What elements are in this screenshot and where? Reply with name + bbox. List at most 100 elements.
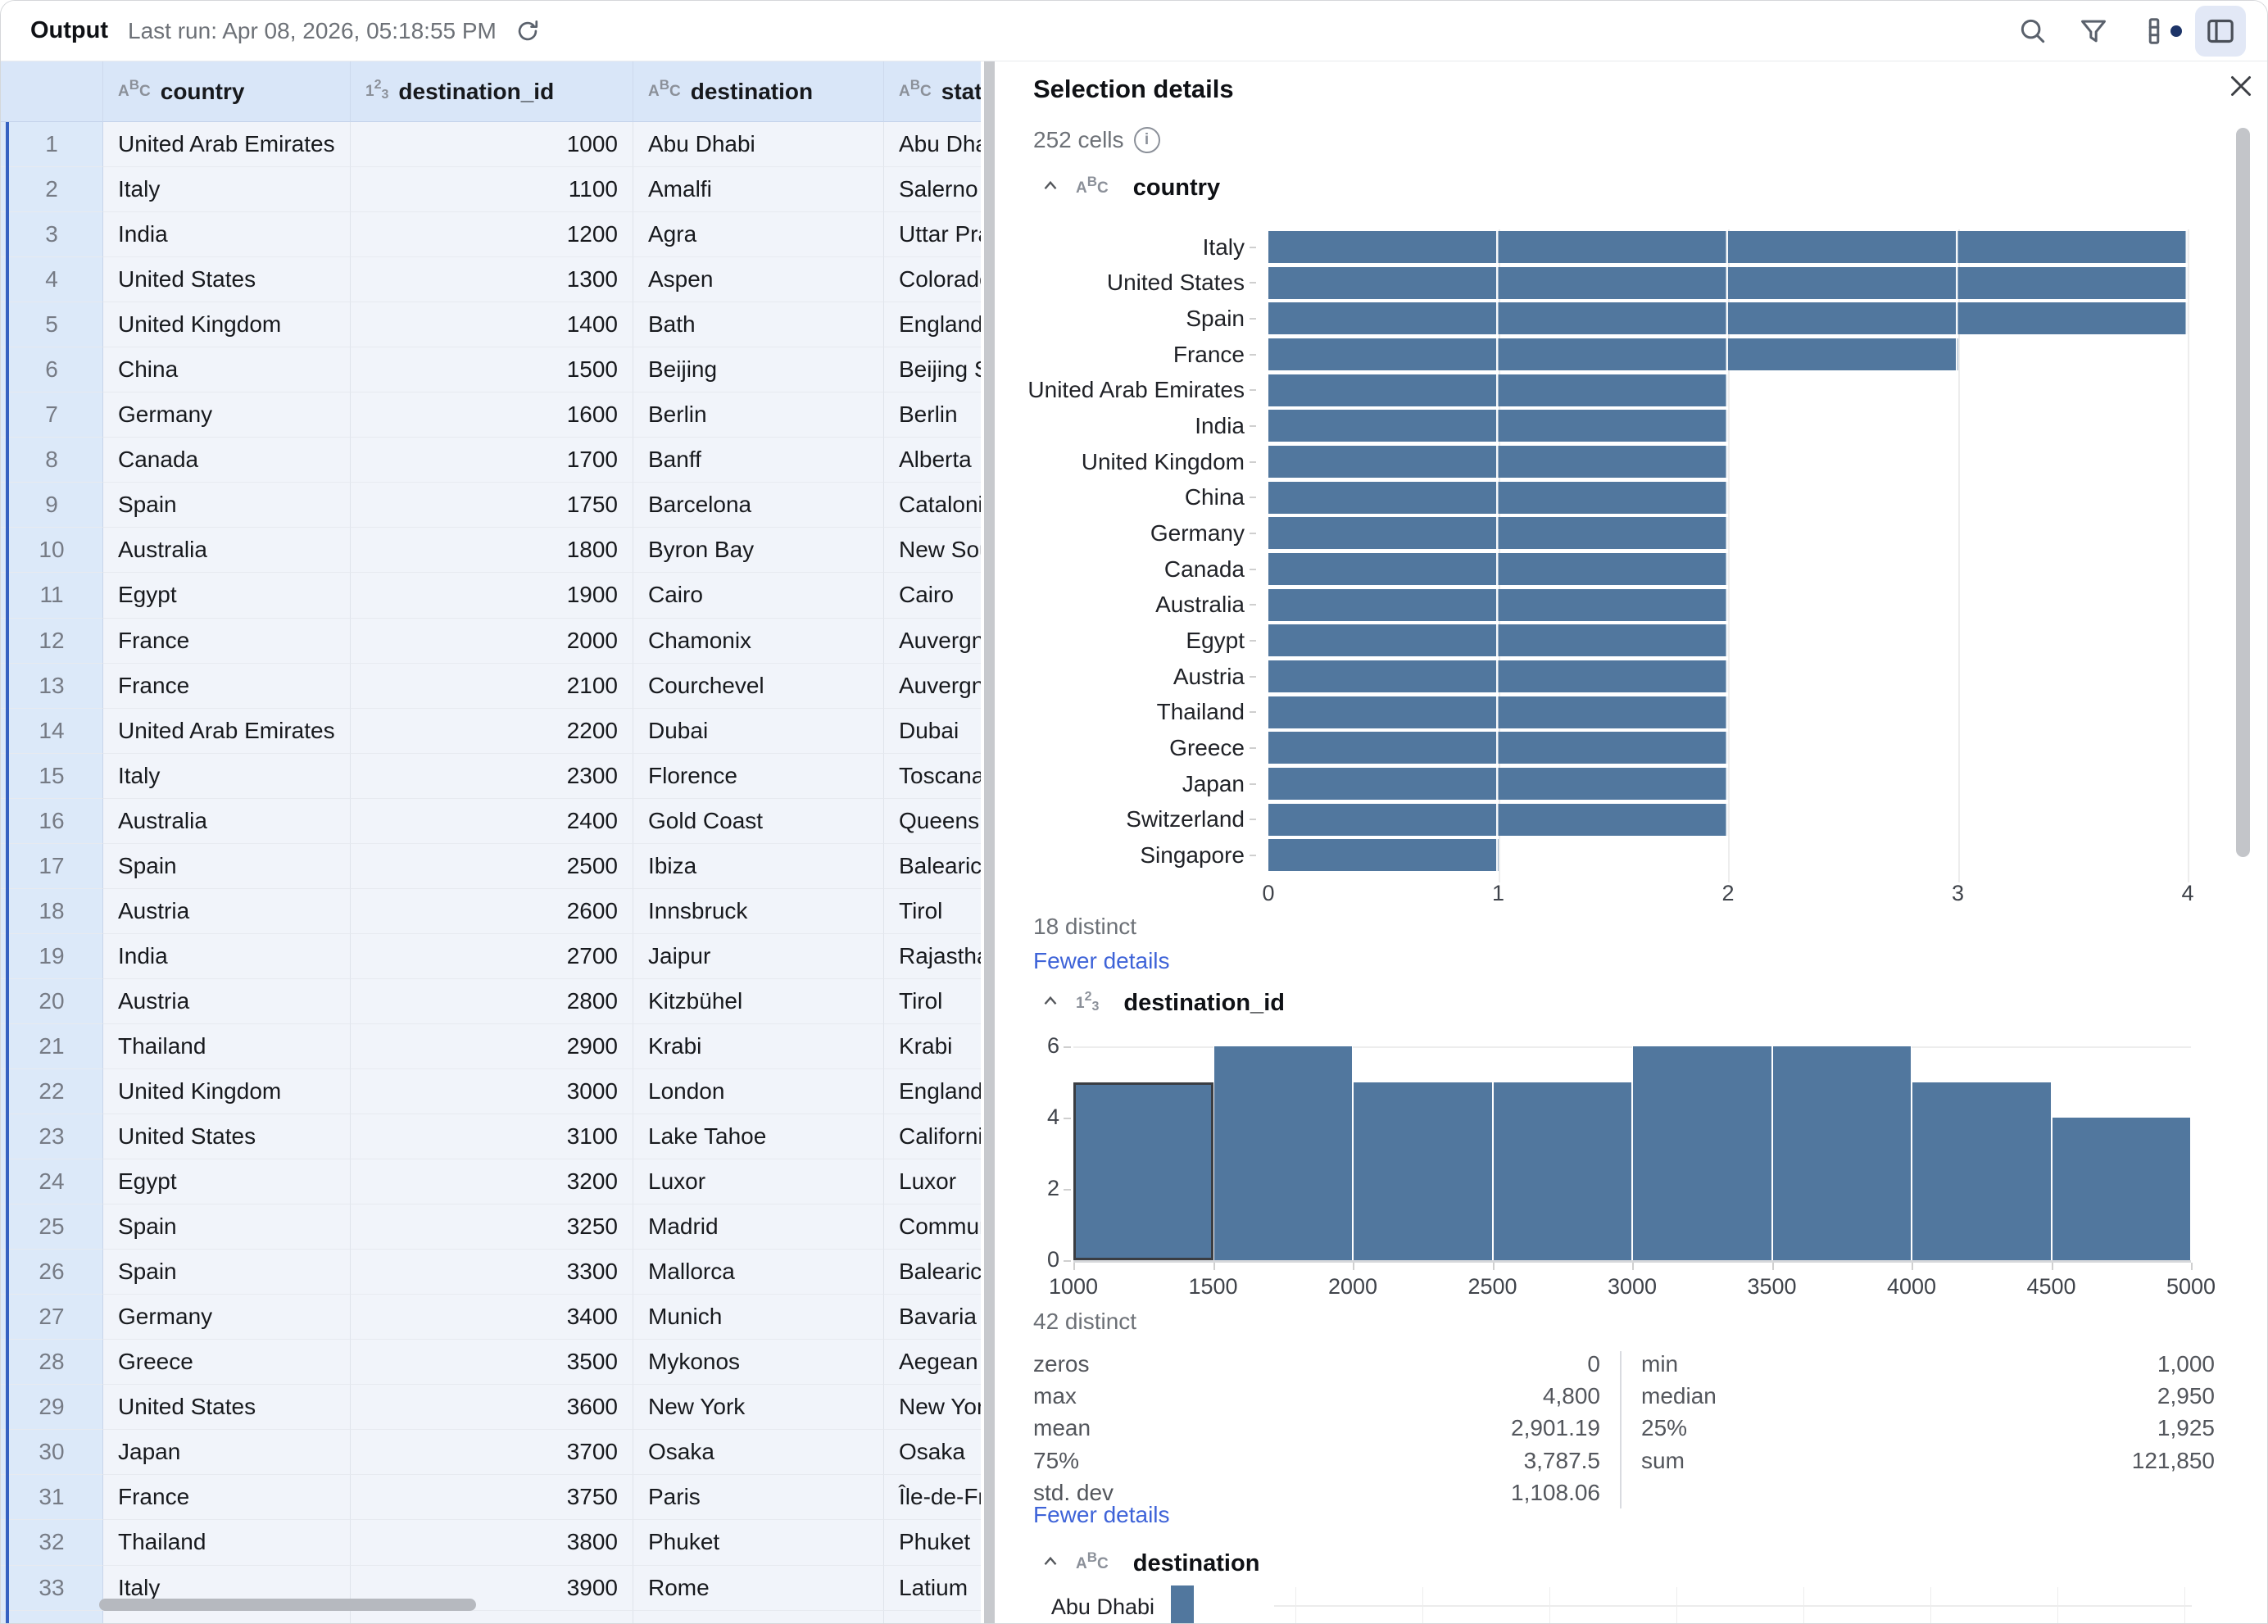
cell-destination-id[interactable]: 3250 (351, 1204, 633, 1250)
cell-destination-id[interactable]: 3100 (351, 1114, 633, 1159)
cell-destination[interactable]: Lake Tahoe (633, 1114, 884, 1159)
cell-state[interactable]: Osaka (884, 1430, 981, 1475)
refresh-icon[interactable] (508, 11, 547, 51)
cell-destination[interactable]: Dubai (633, 709, 884, 754)
cell-destination-id[interactable]: 3300 (351, 1250, 633, 1295)
search-icon[interactable] (2013, 11, 2053, 51)
histogram-bin[interactable] (1493, 1082, 1633, 1261)
row-number-cell[interactable]: 24 (1, 1159, 103, 1204)
cell-destination[interactable]: Bath (633, 302, 884, 347)
cell-state[interactable]: Phuket (884, 1520, 981, 1565)
cell-destination[interactable]: Phuket (633, 1520, 884, 1565)
row-number-cell[interactable]: 6 (1, 347, 103, 392)
row-number-cell[interactable]: 28 (1, 1340, 103, 1385)
filter-icon[interactable] (2074, 11, 2113, 51)
cell-destination-id[interactable]: 2300 (351, 754, 633, 799)
country-bar[interactable] (1268, 338, 1958, 370)
cell-destination-id[interactable]: 2100 (351, 664, 633, 709)
table-vertical-scrollbar[interactable] (984, 61, 995, 1623)
cell-destination-id[interactable]: 2500 (351, 844, 633, 889)
cell-country[interactable]: United Kingdom (103, 302, 351, 347)
country-bar[interactable] (1268, 302, 2188, 334)
row-number-cell[interactable]: 12 (1, 619, 103, 664)
row-number-cell[interactable]: 34 (1, 1611, 103, 1623)
cell-destination[interactable]: Abu Dhabi (633, 122, 884, 167)
cell-state[interactable]: Uttar Pra (884, 212, 981, 257)
country-bar[interactable] (1268, 410, 1728, 442)
cell-country[interactable]: Austria (103, 979, 351, 1024)
cell-destination-id[interactable]: 3800 (351, 1520, 633, 1565)
info-icon[interactable]: i (1134, 127, 1160, 153)
row-number-cell[interactable]: 31 (1, 1475, 103, 1520)
cell-destination[interactable]: Innsbruck (633, 889, 884, 934)
cell-state[interactable]: Luxor (884, 1159, 981, 1204)
cell-destination[interactable]: Rome (633, 1566, 884, 1611)
cell-state[interactable] (884, 1611, 981, 1623)
country-bar[interactable] (1268, 553, 1728, 585)
country-bar[interactable] (1268, 231, 2188, 263)
row-number-cell[interactable]: 8 (1, 438, 103, 483)
column-header-country[interactable]: ABCcountry (103, 61, 351, 122)
row-number-cell[interactable]: 22 (1, 1069, 103, 1114)
cell-state[interactable]: Auvergn (884, 664, 981, 709)
cell-country[interactable]: Australia (103, 799, 351, 844)
row-number-cell[interactable]: 20 (1, 979, 103, 1024)
cell-state[interactable]: Californi (884, 1114, 981, 1159)
cell-state[interactable]: Bavaria (884, 1295, 981, 1340)
row-number-cell[interactable]: 29 (1, 1385, 103, 1430)
country-bar[interactable] (1268, 589, 1728, 621)
row-number-cell[interactable]: 27 (1, 1295, 103, 1340)
cell-destination[interactable]: Madrid (633, 1204, 884, 1250)
country-bar[interactable] (1268, 696, 1728, 728)
cell-destination-id[interactable]: 3500 (351, 1340, 633, 1385)
cell-destination-id[interactable]: 3200 (351, 1159, 633, 1204)
cell-country[interactable]: Germany (103, 392, 351, 438)
row-number-cell[interactable]: 18 (1, 889, 103, 934)
cell-country[interactable]: United States (103, 1385, 351, 1430)
histogram-bin[interactable] (1353, 1082, 1493, 1261)
row-number-cell[interactable]: 30 (1, 1430, 103, 1475)
histogram-bin[interactable] (2052, 1118, 2192, 1260)
cell-destination-id[interactable]: 2800 (351, 979, 633, 1024)
cell-state[interactable]: New York (884, 1385, 981, 1430)
cell-destination-id[interactable]: 3600 (351, 1385, 633, 1430)
cell-destination-id[interactable]: 3700 (351, 1430, 633, 1475)
cell-destination-id[interactable]: 2700 (351, 934, 633, 979)
panel-toggle-icon[interactable] (2195, 6, 2246, 57)
cell-country[interactable]: Australia (103, 528, 351, 573)
cell-state[interactable]: Krabi (884, 1024, 981, 1069)
cell-destination-id[interactable]: 1000 (351, 122, 633, 167)
country-bar[interactable] (1268, 768, 1728, 800)
cell-country[interactable] (103, 1611, 351, 1623)
country-bar[interactable] (1268, 804, 1728, 836)
cell-destination[interactable]: Munich (633, 1295, 884, 1340)
country-bar[interactable] (1268, 267, 2188, 299)
cell-destination-id[interactable] (351, 1611, 633, 1623)
country-bar[interactable] (1268, 839, 1499, 871)
row-number-cell[interactable]: 3 (1, 212, 103, 257)
row-number-cell[interactable]: 14 (1, 709, 103, 754)
cell-destination-id[interactable]: 2400 (351, 799, 633, 844)
country-bar[interactable] (1268, 732, 1728, 764)
collapse-chevron-icon[interactable] (1040, 175, 1061, 201)
cell-destination[interactable]: New York (633, 1385, 884, 1430)
cell-country[interactable]: United States (103, 257, 351, 302)
country-bar[interactable] (1268, 624, 1728, 656)
cell-state[interactable]: England (884, 1069, 981, 1114)
row-number-header[interactable] (1, 61, 103, 122)
row-number-cell[interactable]: 1 (1, 122, 103, 167)
cell-destination-id[interactable]: 1500 (351, 347, 633, 392)
cell-destination[interactable] (633, 1611, 884, 1623)
cell-destination[interactable]: Aspen (633, 257, 884, 302)
cell-destination-id[interactable]: 2600 (351, 889, 633, 934)
cell-destination[interactable]: Amalfi (633, 167, 884, 212)
cell-country[interactable]: United Arab Emirates (103, 709, 351, 754)
row-number-cell[interactable]: 16 (1, 799, 103, 844)
row-number-cell[interactable]: 11 (1, 573, 103, 618)
country-bar[interactable] (1268, 446, 1728, 478)
cell-state[interactable]: Tirol (884, 889, 981, 934)
row-number-cell[interactable]: 26 (1, 1250, 103, 1295)
column-header-destination_id[interactable]: 123destination_id (351, 61, 633, 122)
cell-state[interactable]: Beijing S (884, 347, 981, 392)
cell-destination-id[interactable]: 1800 (351, 528, 633, 573)
